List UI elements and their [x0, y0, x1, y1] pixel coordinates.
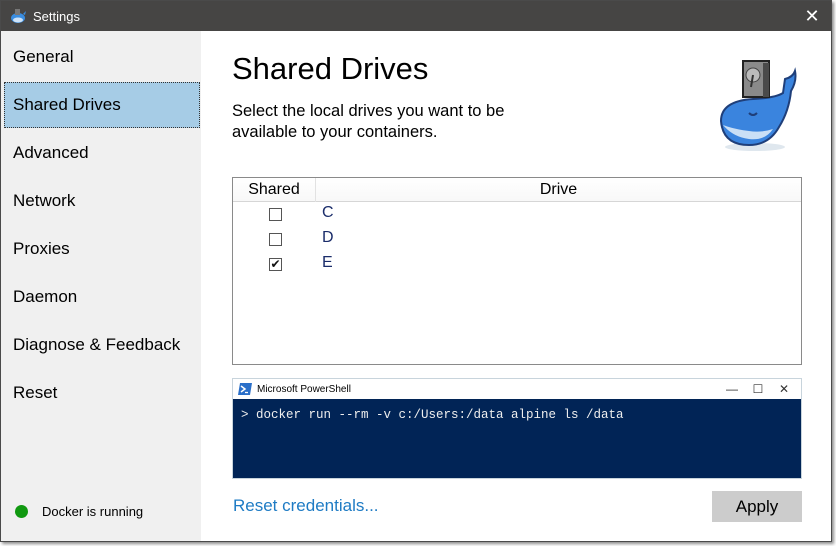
docker-whale-icon	[11, 9, 26, 23]
shared-checkbox-c[interactable]	[269, 208, 282, 221]
table-header: Shared Drive	[233, 178, 801, 202]
close-button[interactable]: ✕	[801, 5, 823, 27]
drive-label: E	[322, 254, 333, 271]
sidebar-item-general[interactable]: General	[4, 34, 200, 80]
drive-label: D	[322, 229, 334, 246]
sidebar-item-diagnose-feedback[interactable]: Diagnose & Feedback	[4, 322, 200, 368]
sidebar-item-network[interactable]: Network	[4, 178, 200, 224]
sidebar-item-proxies[interactable]: Proxies	[4, 226, 200, 272]
table-row[interactable]: D	[233, 227, 801, 252]
title-bar: Settings ✕	[1, 1, 831, 31]
sidebar-item-shared-drives[interactable]: Shared Drives	[4, 82, 200, 128]
sidebar: General Shared Drives Advanced Network P…	[1, 31, 201, 541]
powershell-console: > docker run --rm -v c:/Users:/data alpi…	[233, 399, 801, 478]
shared-checkbox-e[interactable]: ✔	[269, 258, 282, 271]
powershell-example: Microsoft PowerShell — ☐ ✕ > docker run …	[232, 378, 802, 479]
page-description: Select the local drives you want to be a…	[232, 102, 505, 141]
sidebar-item-daemon[interactable]: Daemon	[4, 274, 200, 320]
status-dot-icon	[15, 505, 28, 518]
sidebar-item-reset[interactable]: Reset	[4, 370, 200, 416]
table-row[interactable]: ✔ E	[233, 252, 801, 277]
example-command: > docker run --rm -v c:/Users:/data alpi…	[241, 408, 624, 422]
status-text: Docker is running	[42, 504, 144, 519]
powershell-icon	[238, 383, 252, 395]
sidebar-item-advanced[interactable]: Advanced	[4, 130, 200, 176]
table-row[interactable]: C	[233, 202, 801, 227]
window-title: Settings	[33, 8, 80, 24]
column-header-drive[interactable]: Drive	[316, 178, 801, 202]
drive-label: C	[322, 204, 334, 221]
shared-checkbox-d[interactable]	[269, 233, 282, 246]
docker-status: Docker is running	[15, 504, 143, 519]
powershell-title: Microsoft PowerShell	[257, 383, 351, 395]
powershell-window-controls: — ☐ ✕	[719, 379, 797, 399]
docker-whale-drive-illustration-icon	[719, 60, 797, 151]
close-icon: ✕	[778, 382, 790, 396]
reset-credentials-link[interactable]: Reset credentials...	[233, 496, 379, 516]
settings-window: Settings ✕ General Shared Drives Advance…	[0, 0, 832, 542]
page-title: Shared Drives	[232, 51, 429, 86]
shared-drives-table: Shared Drive C D ✔ E	[232, 177, 802, 365]
minimize-icon: —	[726, 382, 738, 396]
apply-button[interactable]: Apply	[712, 491, 802, 522]
main-content: Shared Drives Select the local drives yo…	[201, 31, 831, 541]
powershell-titlebar: Microsoft PowerShell — ☐ ✕	[233, 379, 801, 399]
column-header-shared[interactable]: Shared	[233, 178, 316, 202]
maximize-icon: ☐	[752, 382, 764, 396]
